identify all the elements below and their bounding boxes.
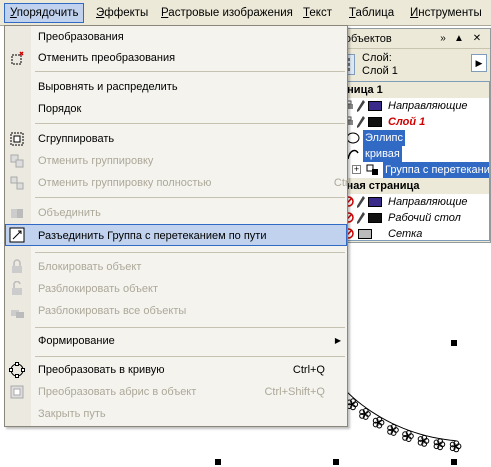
menu-item-convert-to-curves[interactable]: Преобразовать в кривую Ctrl+Q: [5, 359, 347, 381]
docker-collapse-icon[interactable]: ▲: [452, 31, 466, 46]
pencil-icon[interactable]: [357, 116, 365, 128]
selection-handle-right-middle[interactable]: [451, 340, 457, 346]
convert-to-curves-icon: [9, 362, 25, 378]
layer-color-swatch[interactable]: [368, 197, 382, 207]
docker-expand-icon[interactable]: »: [436, 31, 450, 46]
guides-label: Направляющие: [388, 100, 468, 112]
docker-close-icon[interactable]: ✕: [470, 31, 484, 46]
menu-text[interactable]: Текст: [298, 3, 337, 23]
pencil-icon[interactable]: [357, 100, 365, 112]
menu-item-lock-object[interactable]: Блокировать объект: [5, 256, 347, 278]
menu-arrange[interactable]: Упорядочить: [4, 3, 85, 23]
selection-handle-bottom-right[interactable]: [451, 459, 457, 465]
docker-flyout-arrow[interactable]: ▶: [471, 54, 487, 72]
ungroup-all-icon: [10, 176, 24, 190]
menu-table[interactable]: Таблица: [344, 3, 399, 23]
group-icon: [10, 132, 24, 146]
layer-1-label: Слой 1: [388, 116, 426, 128]
layer-color-swatch[interactable]: [368, 101, 382, 111]
blend-group-icon: [366, 164, 378, 175]
master-guides-label: Направляющие: [388, 196, 468, 208]
menu-item-transformations[interactable]: Преобразования: [5, 26, 347, 48]
menu-item-unlock-all[interactable]: Разблокировать все объекты: [5, 300, 347, 322]
ellipse-label: Эллипс: [363, 130, 405, 146]
menu-item-unlock-object[interactable]: Разблокировать объект: [5, 278, 347, 300]
menu-item-combine[interactable]: Объединить: [5, 202, 347, 224]
lock-icon: [12, 259, 22, 273]
menu-effects[interactable]: Эффекты: [91, 3, 153, 23]
current-layer-info: Слой: Слой 1: [362, 52, 398, 78]
combine-icon: [11, 209, 23, 218]
grid-label: Сетка: [388, 228, 423, 240]
unlock-icon: [12, 281, 22, 295]
menu-item-break-blend-apart[interactable]: Разъединить Группа с перетеканием по пут…: [5, 224, 347, 246]
desktop-label: Рабочий стол: [388, 212, 461, 224]
outline-to-object-icon: [10, 385, 24, 399]
menu-item-group[interactable]: Сгруппировать: [5, 128, 347, 150]
wreath-flower: [417, 434, 430, 447]
break-apart-icon: [9, 227, 25, 243]
menu-bitmaps[interactable]: Растровые изображения: [156, 3, 298, 23]
unlock-all-icon: [11, 310, 24, 318]
expand-icon[interactable]: +: [352, 165, 361, 174]
wreath-flower: [433, 438, 446, 451]
menu-item-align-distribute[interactable]: Выровнять и распределить: [5, 76, 347, 98]
menu-item-order[interactable]: Порядок: [5, 98, 347, 120]
selection-handle-bottom-left[interactable]: [215, 459, 221, 465]
pencil-icon[interactable]: [357, 196, 365, 208]
menu-item-ungroup[interactable]: Отменить группировку: [5, 150, 347, 172]
layer-color-swatch[interactable]: [358, 229, 372, 239]
ellipse-icon: [346, 132, 360, 144]
pencil-icon[interactable]: [357, 212, 365, 224]
curve-label: кривая: [363, 146, 402, 162]
wreath-flower: [402, 430, 414, 443]
wreath-flower: [449, 440, 462, 453]
layer-color-swatch[interactable]: [368, 117, 382, 127]
submenu-arrow-icon: ▶: [334, 336, 341, 345]
menu-item-convert-outline[interactable]: Преобразовать абрис в объект Ctrl+Shift+…: [5, 381, 347, 403]
menu-item-close-path[interactable]: Закрыть путь: [5, 403, 347, 425]
menu-tools[interactable]: Инструменты: [405, 3, 487, 23]
curve-icon: [347, 149, 359, 160]
arrange-dropdown-menu: Преобразования Отменить преобразования В…: [4, 25, 351, 427]
menu-item-shaping[interactable]: Формирование ▶: [5, 330, 347, 352]
menu-item-clear-transformations[interactable]: Отменить преобразования: [5, 47, 347, 69]
layer-color-swatch[interactable]: [368, 213, 382, 223]
layer-name: Слой 1: [362, 65, 398, 77]
selection-handle-bottom-center[interactable]: [333, 459, 339, 465]
ungroup-icon: [10, 154, 24, 168]
layer-caption: Слой:: [362, 52, 392, 64]
menu-item-ungroup-all[interactable]: Отменить группировку полностью Ctrl: [5, 172, 351, 194]
clear-transform-icon: [11, 51, 24, 65]
menu-bar: Упорядочить Эффекты Растровые изображени…: [0, 0, 491, 26]
wreath-flower: [387, 424, 399, 436]
blend-group-label: Группа с перетекани: [383, 162, 490, 178]
